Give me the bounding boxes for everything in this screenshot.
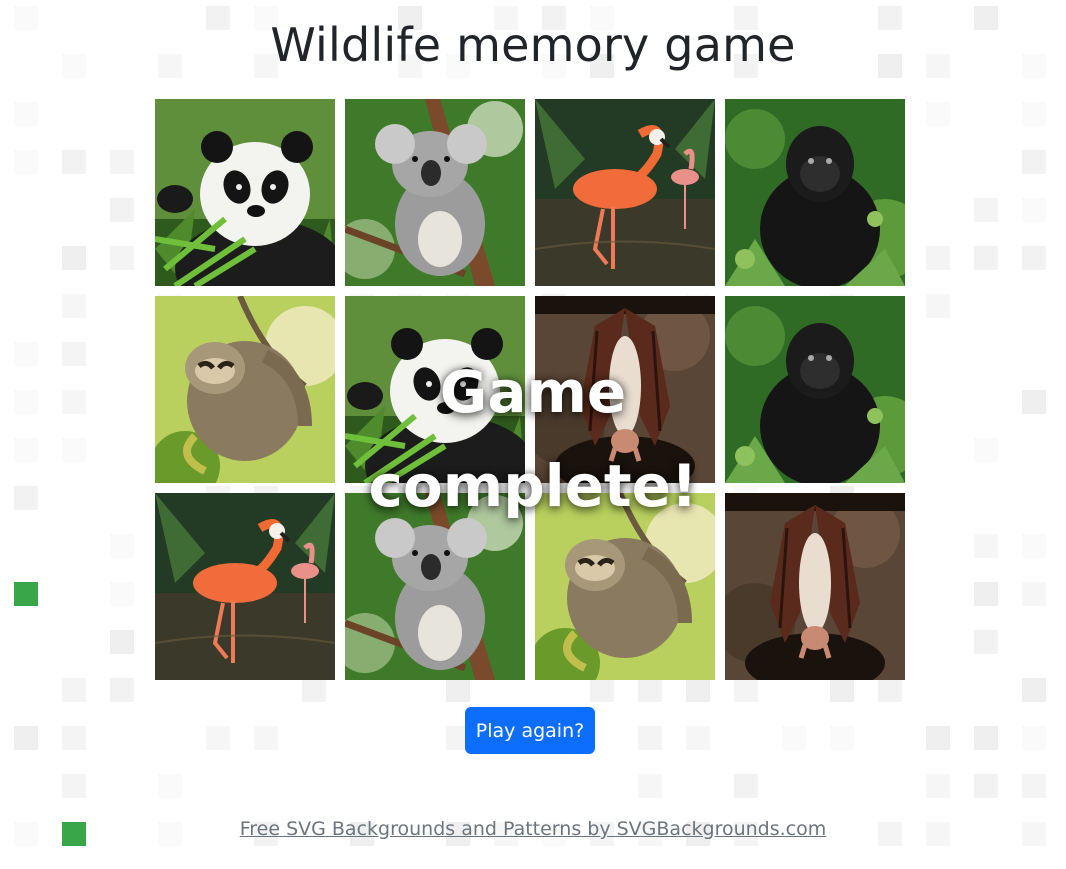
memory-card-koala[interactable] bbox=[345, 99, 525, 286]
pattern-square-green bbox=[14, 582, 38, 606]
panda-photo bbox=[155, 99, 335, 286]
pattern-square bbox=[638, 774, 662, 798]
footer-link[interactable]: Free SVG Backgrounds and Patterns by SVG… bbox=[0, 818, 1066, 840]
pattern-square bbox=[974, 198, 998, 222]
flamingo-photo bbox=[155, 493, 335, 680]
pattern-square bbox=[14, 438, 38, 462]
overlay-line-2: complete! bbox=[368, 452, 698, 520]
pattern-square bbox=[446, 678, 470, 702]
overlay-line-1: Game bbox=[439, 358, 627, 426]
page-title: Wildlife memory game bbox=[270, 18, 796, 72]
pattern-square bbox=[14, 486, 38, 510]
pattern-square bbox=[974, 630, 998, 654]
pattern-square bbox=[62, 678, 86, 702]
memory-card-panda[interactable] bbox=[155, 99, 335, 286]
pattern-square bbox=[686, 678, 710, 702]
pattern-square bbox=[302, 678, 326, 702]
pattern-square bbox=[1022, 774, 1046, 798]
memory-card-bat[interactable] bbox=[725, 493, 905, 680]
pattern-square bbox=[878, 678, 902, 702]
play-again-button[interactable]: Play again? bbox=[465, 707, 595, 754]
pattern-square bbox=[974, 774, 998, 798]
pattern-square bbox=[830, 726, 854, 750]
pattern-square bbox=[62, 726, 86, 750]
pattern-square bbox=[254, 726, 278, 750]
pattern-square bbox=[1022, 102, 1046, 126]
pattern-square bbox=[974, 438, 998, 462]
pattern-square bbox=[110, 534, 134, 558]
pattern-square bbox=[14, 342, 38, 366]
koala-photo bbox=[345, 99, 525, 286]
pattern-square bbox=[62, 774, 86, 798]
pattern-square bbox=[1022, 678, 1046, 702]
pattern-square bbox=[590, 678, 614, 702]
pattern-square bbox=[974, 582, 998, 606]
pattern-square bbox=[1022, 726, 1046, 750]
pattern-square bbox=[14, 150, 38, 174]
pattern-square bbox=[1022, 534, 1046, 558]
pattern-square bbox=[206, 726, 230, 750]
pattern-square bbox=[14, 390, 38, 414]
pattern-square bbox=[1022, 246, 1046, 270]
pattern-square bbox=[110, 198, 134, 222]
pattern-square bbox=[974, 534, 998, 558]
pattern-square bbox=[110, 630, 134, 654]
pattern-square bbox=[110, 582, 134, 606]
pattern-square bbox=[158, 774, 182, 798]
pattern-square bbox=[62, 150, 86, 174]
pattern-square bbox=[110, 246, 134, 270]
pattern-square bbox=[638, 726, 662, 750]
bat-photo bbox=[725, 493, 905, 680]
pattern-square bbox=[974, 246, 998, 270]
pattern-square bbox=[926, 102, 950, 126]
pattern-square bbox=[1022, 390, 1046, 414]
pattern-square bbox=[734, 774, 758, 798]
pattern-square bbox=[974, 726, 998, 750]
pattern-square bbox=[1022, 198, 1046, 222]
pattern-square bbox=[830, 678, 854, 702]
pattern-square bbox=[110, 150, 134, 174]
pattern-square bbox=[1022, 582, 1046, 606]
memory-card-gorilla[interactable] bbox=[725, 99, 905, 286]
pattern-square bbox=[14, 726, 38, 750]
pattern-square bbox=[62, 246, 86, 270]
memory-card-flamingo[interactable] bbox=[535, 99, 715, 286]
game-complete-message: Game complete! bbox=[333, 345, 733, 533]
pattern-square bbox=[1022, 150, 1046, 174]
pattern-square bbox=[62, 342, 86, 366]
memory-card-sloth[interactable] bbox=[155, 296, 335, 483]
pattern-square bbox=[62, 294, 86, 318]
sloth-photo bbox=[155, 296, 335, 483]
memory-card-flamingo[interactable] bbox=[155, 493, 335, 680]
pattern-square bbox=[62, 390, 86, 414]
pattern-square bbox=[62, 438, 86, 462]
pattern-square bbox=[782, 726, 806, 750]
pattern-square bbox=[638, 678, 662, 702]
gorilla-photo bbox=[725, 296, 905, 483]
pattern-square bbox=[686, 726, 710, 750]
pattern-square bbox=[734, 678, 758, 702]
memory-card-gorilla[interactable] bbox=[725, 296, 905, 483]
pattern-square bbox=[926, 774, 950, 798]
pattern-square bbox=[926, 294, 950, 318]
pattern-square bbox=[14, 102, 38, 126]
gorilla-photo bbox=[725, 99, 905, 286]
pattern-square bbox=[926, 726, 950, 750]
pattern-square bbox=[926, 246, 950, 270]
pattern-square bbox=[110, 678, 134, 702]
flamingo-photo bbox=[535, 99, 715, 286]
